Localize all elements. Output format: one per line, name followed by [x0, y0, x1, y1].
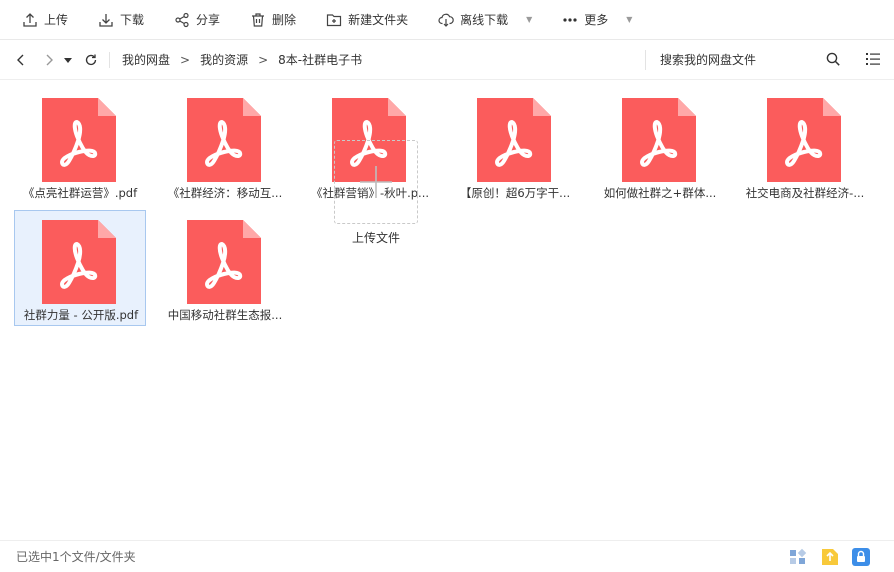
plus-icon [360, 166, 392, 198]
file-name: 如何做社群之+群体... [603, 186, 717, 200]
navigation-bar: 我的网盘 > 我的资源 > 8本-社群电子书 [0, 40, 894, 80]
more-button[interactable]: 更多 ▼ [556, 6, 638, 34]
status-bar: 已选中1个文件/文件夹 [0, 540, 894, 572]
search-icon[interactable] [825, 50, 841, 72]
pdf-file-icon [187, 220, 261, 304]
breadcrumb-separator: > [180, 52, 191, 67]
breadcrumb-item[interactable]: 我的资源 [200, 51, 248, 68]
pdf-file-icon [42, 220, 116, 304]
file-name: 社群力量 - 公开版.pdf [23, 308, 139, 322]
file-name: 社交电商及社群经济-... [745, 186, 865, 200]
share-button[interactable]: 分享 [168, 6, 226, 34]
pdf-file-icon [187, 98, 261, 182]
upload-button[interactable]: 上传 [16, 6, 74, 34]
download-button[interactable]: 下载 [92, 6, 150, 34]
search-input[interactable] [660, 53, 820, 67]
share-label: 分享 [196, 13, 221, 27]
file-item[interactable]: 社交电商及社群经济-... [739, 88, 871, 204]
chevron-down-icon[interactable]: ▼ [626, 15, 632, 24]
more-dots-icon [563, 17, 577, 22]
file-item-selected[interactable]: 社群力量 - 公开版.pdf [14, 210, 146, 326]
upload-queue-icon[interactable] [820, 547, 840, 567]
search-box [645, 50, 851, 70]
pdf-file-icon [622, 98, 696, 182]
pdf-file-icon [767, 98, 841, 182]
file-name: 【原创！超6万字干... [459, 186, 571, 200]
delete-label: 删除 [272, 13, 297, 27]
download-icon [99, 13, 113, 27]
lock-icon[interactable] [851, 547, 871, 567]
forward-arrow-icon[interactable] [37, 48, 61, 72]
file-item[interactable]: 中国移动社群生态报... [159, 210, 291, 326]
trash-icon [252, 12, 265, 27]
upload-file-label[interactable]: 上传文件 [310, 229, 442, 246]
back-arrow-icon[interactable] [9, 48, 33, 72]
breadcrumb-separator: > [258, 52, 269, 67]
new-folder-icon [326, 13, 342, 26]
file-name: 《社群经济：移动互... [167, 186, 283, 200]
upload-icon [23, 12, 37, 27]
offline-download-button[interactable]: 离线下载 ▼ [432, 6, 538, 34]
new-folder-button[interactable]: 新建文件夹 [320, 6, 414, 34]
toolbar: 上传 下载 分享 删除 新建文件夹 离线下载 ▼ 更多 ▼ [0, 0, 894, 40]
upload-file-tile[interactable] [334, 140, 418, 224]
download-label: 下载 [120, 13, 145, 27]
file-grid: 《点亮社群运营》.pdf 《社群经济：移动互... 《社群营销》-秋叶.p...… [0, 80, 894, 540]
breadcrumb: 我的网盘 > 我的资源 > 8本-社群电子书 [109, 51, 362, 68]
file-name: 《点亮社群运营》.pdf [22, 186, 138, 200]
cloud-download-icon [438, 13, 454, 27]
history-dropdown-icon[interactable] [61, 48, 75, 72]
file-item[interactable]: 《社群经济：移动互... [159, 88, 291, 204]
file-item[interactable]: 《点亮社群运营》.pdf [14, 88, 146, 204]
list-view-icon[interactable] [865, 50, 881, 72]
offline-download-label: 离线下载 [460, 13, 509, 27]
pdf-file-icon [42, 98, 116, 182]
selection-status: 已选中1个文件/文件夹 [16, 550, 136, 564]
refresh-icon[interactable] [79, 48, 103, 72]
file-item[interactable]: 如何做社群之+群体... [594, 88, 726, 204]
upload-label: 上传 [44, 13, 69, 27]
file-name: 中国移动社群生态报... [167, 308, 283, 322]
chevron-down-icon[interactable]: ▼ [526, 15, 532, 24]
more-label: 更多 [584, 13, 609, 27]
breadcrumb-item[interactable]: 我的网盘 [122, 51, 170, 68]
delete-button[interactable]: 删除 [244, 6, 302, 34]
new-folder-label: 新建文件夹 [348, 13, 409, 27]
file-item[interactable]: 【原创！超6万字干... [449, 88, 581, 204]
breadcrumb-item[interactable]: 8本-社群电子书 [278, 51, 362, 68]
grid-view-icon[interactable] [788, 547, 808, 567]
pdf-file-icon [477, 98, 551, 182]
share-icon [175, 12, 189, 27]
